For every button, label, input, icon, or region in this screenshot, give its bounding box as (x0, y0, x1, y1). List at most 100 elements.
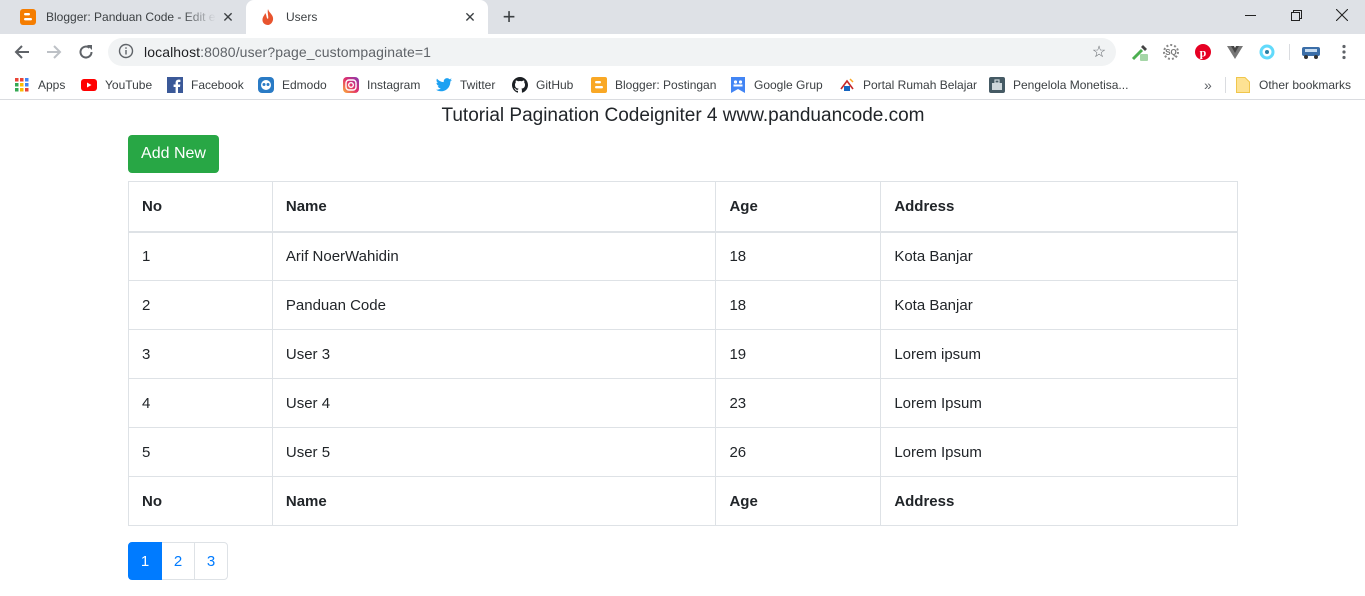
footer-header-age: Age (715, 476, 882, 526)
cell-name: User 3 (271, 329, 717, 379)
twitter-icon (436, 77, 452, 93)
svg-text:p: p (1200, 46, 1207, 60)
restore-button[interactable] (1273, 0, 1319, 30)
bookmark-portal-rumah-belajar[interactable]: Portal Rumah Belajar (839, 76, 977, 94)
bookmark-label: Twitter (460, 78, 496, 92)
bookmarks-overflow-button[interactable]: » (1204, 76, 1212, 94)
back-button[interactable] (8, 38, 36, 66)
info-icon[interactable] (118, 43, 134, 62)
column-header-name: Name (271, 181, 717, 233)
bookmark-apps[interactable]: Apps (14, 76, 65, 94)
toolbar-divider (1289, 44, 1290, 60)
bookmark-instagram[interactable]: Instagram (343, 76, 420, 94)
close-window-button[interactable] (1319, 0, 1365, 30)
reload-button[interactable] (72, 38, 100, 66)
column-header-age: Age (715, 181, 882, 233)
address-bar[interactable]: localhost:8080/user?page_custompaginate=… (108, 38, 1116, 66)
cell-age: 23 (715, 378, 882, 428)
seoquake-extension-icon[interactable]: SQ (1161, 42, 1181, 62)
other-bookmarks[interactable]: Other bookmarks (1235, 76, 1351, 94)
pinterest-extension-icon[interactable]: p (1193, 42, 1213, 62)
tab-title: Blogger: Panduan Code - Edit entri (46, 10, 216, 24)
folder-icon (1235, 77, 1251, 93)
new-tab-button[interactable]: + (497, 5, 521, 29)
page-link-1[interactable]: 1 (128, 542, 162, 580)
cell-age: 18 (715, 280, 882, 330)
forward-button[interactable] (40, 38, 68, 66)
chrome-menu-icon[interactable] (1334, 42, 1354, 62)
add-new-button[interactable]: Add New (128, 135, 219, 173)
cell-age: 19 (715, 329, 882, 379)
cell-no: 1 (128, 231, 273, 281)
youtube-icon (81, 77, 97, 93)
bookmark-youtube[interactable]: YouTube (81, 76, 152, 94)
bookmark-label: Apps (38, 78, 66, 92)
url-text[interactable]: localhost:8080/user?page_custompaginate=… (144, 44, 431, 60)
footer-header-address: Address (880, 476, 1238, 526)
blogger-icon (591, 77, 607, 93)
bookmark-facebook[interactable]: Facebook (167, 76, 244, 94)
cell-no: 4 (128, 378, 273, 428)
table-row: 5 User 5 26 Lorem Ipsum (128, 427, 1238, 477)
bookmark-label: GitHub (536, 78, 574, 92)
page-link-3[interactable]: 3 (194, 542, 228, 580)
cell-no: 5 (128, 427, 273, 477)
cell-name: User 4 (271, 378, 717, 428)
footer-header-name: Name (271, 476, 717, 526)
rumah-belajar-icon (839, 77, 855, 93)
table-header-row: No Name Age Address (128, 181, 1238, 233)
bookmark-github[interactable]: GitHub (512, 76, 573, 94)
bookmark-label: Other bookmarks (1259, 78, 1352, 92)
bookmark-blogger-postingan[interactable]: Blogger: Postingan (591, 76, 716, 94)
bookmark-label: Google Grup (754, 78, 823, 92)
cell-age: 26 (715, 427, 882, 477)
eyedropper-extension-icon[interactable] (1130, 42, 1150, 62)
facebook-icon (167, 77, 183, 93)
bookmark-edmodo[interactable]: Edmodo (258, 76, 327, 94)
table-row: 4 User 4 23 Lorem Ipsum (128, 378, 1238, 428)
svg-text:SQ: SQ (1165, 48, 1177, 57)
bookmarks-bar: Apps YouTube Facebook Edmodo Instagram T… (0, 70, 1365, 100)
apps-grid-icon (14, 77, 30, 93)
cell-address: Lorem ipsum (880, 329, 1238, 379)
tab-title: Users (286, 10, 318, 24)
bookmark-label: Edmodo (282, 78, 327, 92)
bookmark-google-grup[interactable]: Google Grup (730, 76, 823, 94)
edmodo-icon (258, 77, 274, 93)
blogger-icon (20, 9, 36, 25)
cell-name: Arif NoerWahidin (271, 231, 717, 281)
pagination: 1 2 3 (128, 542, 228, 580)
cell-name: User 5 (271, 427, 717, 477)
cell-address: Lorem Ipsum (880, 427, 1238, 477)
table-row: 2 Panduan Code 18 Kota Banjar (128, 280, 1238, 330)
minimize-button[interactable] (1227, 0, 1273, 30)
bookmarks-divider (1225, 77, 1226, 93)
bookmark-star-icon[interactable]: ☆ (1090, 43, 1108, 61)
footer-header-no: No (128, 476, 273, 526)
column-header-no: No (128, 181, 273, 233)
cell-name: Panduan Code (271, 280, 717, 330)
bookmark-label: Facebook (191, 78, 244, 92)
vue-devtools-extension-icon[interactable] (1225, 42, 1245, 62)
users-table: No Name Age Address 1 Arif NoerWahidin 1… (128, 181, 1238, 526)
close-tab-icon[interactable]: ✕ (216, 5, 240, 29)
cell-no: 2 (128, 280, 273, 330)
browser-toolbar: localhost:8080/user?page_custompaginate=… (0, 34, 1365, 70)
table-footer-row: No Name Age Address (128, 476, 1238, 526)
cell-address: Kota Banjar (880, 231, 1238, 281)
react-devtools-extension-icon[interactable] (1257, 42, 1277, 62)
cell-age: 18 (715, 231, 882, 281)
bookmark-pengelola-monetisasi[interactable]: Pengelola Monetisa... (989, 76, 1128, 94)
close-tab-icon[interactable]: ✕ (458, 5, 482, 29)
page-link-2[interactable]: 2 (161, 542, 195, 580)
bookmark-twitter[interactable]: Twitter (436, 76, 495, 94)
bookmark-label: Instagram (367, 78, 421, 92)
bookmark-label: Portal Rumah Belajar (863, 78, 978, 92)
url-host: localhost (144, 44, 201, 60)
page-content: Tutorial Pagination Codeigniter 4 www.pa… (0, 101, 1365, 596)
table-row: 1 Arif NoerWahidin 18 Kota Banjar (128, 231, 1238, 281)
tab-blogger[interactable]: Blogger: Panduan Code - Edit entri ✕ (8, 0, 246, 34)
page-title: Tutorial Pagination Codeigniter 4 www.pa… (441, 105, 925, 126)
profile-extension-icon[interactable] (1301, 42, 1321, 62)
tab-users[interactable]: Users ✕ (246, 0, 488, 34)
